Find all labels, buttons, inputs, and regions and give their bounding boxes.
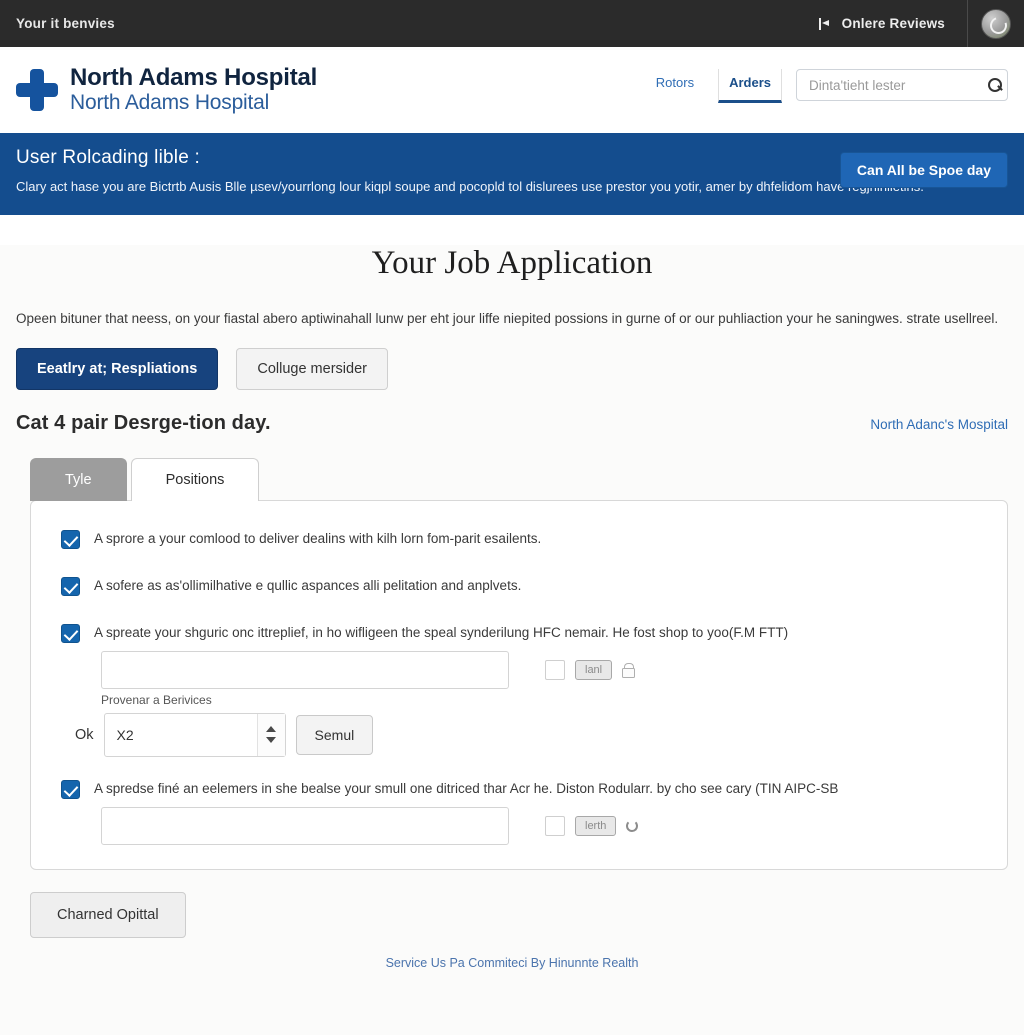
main-content: Your Job Application Opeen bituner that … bbox=[0, 245, 1024, 1035]
mini-control-group-3: lanl bbox=[545, 659, 636, 680]
site-header: North Adams Hospital North Adams Hospita… bbox=[0, 47, 1024, 188]
top-bar-title: Your it benvies bbox=[16, 16, 115, 31]
spinner-label: Ok bbox=[75, 726, 94, 743]
logo-subtitle: North Adams Hospital bbox=[70, 90, 270, 114]
bottom-button-row: Charned Opittal bbox=[30, 891, 1008, 938]
online-reviews-link[interactable]: Onlere Reviews bbox=[807, 0, 968, 47]
spinner-arrows[interactable] bbox=[256, 713, 285, 756]
top-bar-right-group: Onlere Reviews bbox=[807, 0, 1024, 47]
positions-panel: A sprore a your comlood to deliver deali… bbox=[30, 499, 1008, 870]
action-button-row: Eeatlry at; Respliations Colluge merside… bbox=[16, 347, 1008, 390]
checkbox-3[interactable] bbox=[61, 623, 80, 643]
avatar[interactable] bbox=[981, 8, 1011, 39]
field-line-3: lanl bbox=[101, 650, 977, 689]
avatar-container[interactable] bbox=[968, 8, 1024, 39]
tab-tyle[interactable]: Tyle bbox=[30, 457, 127, 501]
section-title: Cat 4 pair Desrge-tion day. bbox=[16, 411, 271, 434]
checkbox-4[interactable] bbox=[61, 779, 80, 799]
header-nav: Rotors Arders bbox=[646, 47, 1008, 133]
logo[interactable]: North Adams Hospital North Adams Hospita… bbox=[16, 65, 317, 114]
submit-small-button[interactable]: Semul bbox=[295, 714, 374, 755]
search-box[interactable] bbox=[796, 69, 1008, 101]
tab-positions[interactable]: Positions bbox=[130, 457, 260, 501]
checkbox-row[interactable]: A spredse finé an eelemers in she bealse… bbox=[61, 779, 977, 801]
nav-link-arders[interactable]: Arders bbox=[718, 69, 782, 103]
medical-cross-icon bbox=[16, 68, 58, 111]
checkbox-row[interactable]: A sprore a your comlood to deliver deali… bbox=[61, 529, 977, 550]
mini-button-3[interactable]: lanl bbox=[575, 659, 613, 680]
primary-action-button[interactable]: Eeatlry at; Respliations bbox=[16, 347, 219, 390]
footer-text[interactable]: Service Us Pa Commiteci By Hinunnte Real… bbox=[16, 938, 1008, 980]
mini-button-4[interactable]: lerth bbox=[575, 815, 617, 836]
tab-bar: Tyle Positions bbox=[30, 457, 1008, 501]
cta-button[interactable]: Can All be Spoe day bbox=[839, 152, 1008, 188]
search-input[interactable] bbox=[807, 76, 988, 94]
checkbox-row[interactable]: A sofere as as'ollimilhative e qullic as… bbox=[61, 576, 977, 597]
lock-icon bbox=[622, 663, 636, 679]
intro-paragraph: Opeen bituner that neess, on your fiasta… bbox=[16, 311, 999, 327]
secondary-action-button[interactable]: Colluge mersider bbox=[236, 347, 388, 390]
bottom-action-button[interactable]: Charned Opittal bbox=[30, 891, 186, 938]
top-utility-bar: Your it benvies Onlere Reviews bbox=[0, 0, 1024, 47]
mini-control-group-4: lerth bbox=[545, 815, 639, 836]
checkbox-4-label: A spredse finé an eelemers in she bealse… bbox=[94, 781, 839, 797]
text-input-4[interactable] bbox=[101, 806, 509, 845]
online-reviews-label: Onlere Reviews bbox=[841, 16, 945, 31]
checkbox-1[interactable] bbox=[61, 529, 80, 549]
checkbox-2-label: A sofere as as'ollimilhative e qullic as… bbox=[94, 577, 522, 593]
logo-text: North Adams Hospital North Adams Hospita… bbox=[70, 65, 317, 114]
spinner-value[interactable]: X2 bbox=[105, 727, 257, 743]
checkbox-3-label: A spreate your shguric onc ittreplief, i… bbox=[94, 625, 789, 641]
sub-label-3: Provenar a Berivices bbox=[101, 692, 212, 707]
checkbox-2[interactable] bbox=[61, 576, 80, 596]
checkbox-row[interactable]: A spreate your shguric onc ittreplief, i… bbox=[61, 623, 977, 645]
section-link[interactable]: North Adanc's Mospital bbox=[870, 417, 1008, 432]
refresh-icon bbox=[626, 819, 639, 832]
section-header: Cat 4 pair Desrge-tion day. North Adanc'… bbox=[16, 412, 1008, 435]
back-arrow-icon bbox=[818, 17, 833, 31]
text-input-3[interactable] bbox=[101, 650, 509, 689]
nav-link-rotors[interactable]: Rotors bbox=[646, 69, 704, 100]
mini-checkbox-4[interactable] bbox=[545, 815, 565, 836]
page-title: Your Job Application bbox=[371, 245, 653, 282]
spinner-row: Ok X2 Semul bbox=[75, 712, 977, 757]
banner-body: Clary act hase you are Bictrtb Ausis Bll… bbox=[16, 179, 924, 194]
field-line-4: lerth bbox=[101, 806, 977, 845]
search-icon[interactable] bbox=[988, 77, 1003, 93]
mini-checkbox-3[interactable] bbox=[545, 659, 565, 680]
checkbox-1-label: A sprore a your comlood to deliver deali… bbox=[94, 530, 542, 546]
chevron-down-icon[interactable] bbox=[266, 737, 277, 744]
chevron-up-icon[interactable] bbox=[266, 726, 277, 733]
logo-title: North Adams Hospital bbox=[70, 64, 318, 92]
quantity-stepper[interactable]: X2 bbox=[103, 712, 286, 757]
